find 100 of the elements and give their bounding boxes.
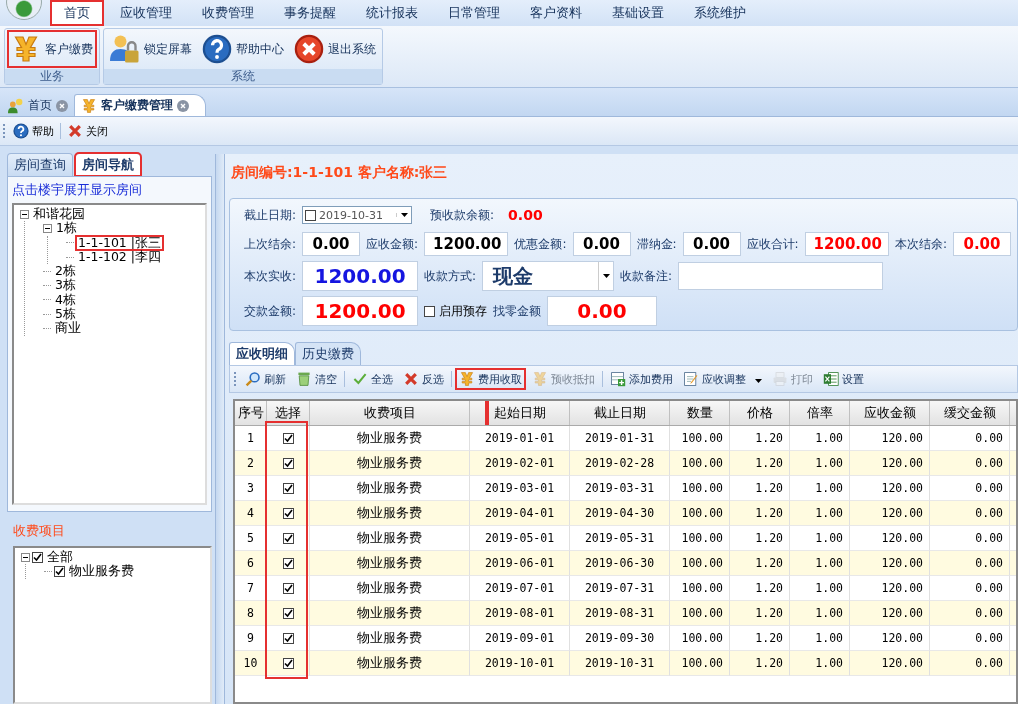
amount-field[interactable]: 0.00 — [302, 232, 361, 256]
table-cell: 100.00 — [670, 451, 730, 476]
checkbox[interactable] — [282, 557, 294, 569]
toolbar-button[interactable]: 关闭 — [65, 122, 110, 140]
table-cell: 2019-06-30 — [570, 551, 670, 576]
panel-tab[interactable]: 房间查询 — [7, 153, 73, 176]
amount-field[interactable]: 0.00 — [547, 296, 658, 326]
date-picker[interactable]: 2019-10-31 — [302, 206, 413, 224]
checkbox[interactable] — [282, 632, 294, 644]
toolbar-button[interactable]: 添加费用 — [607, 369, 676, 389]
ribbon-button[interactable]: 锁定屏幕 — [107, 31, 195, 67]
table-cell: 1.00 — [790, 451, 850, 476]
close-icon — [403, 371, 419, 387]
panel-tab[interactable]: 房间导航 — [75, 153, 141, 176]
menu-item[interactable]: 系统维护 — [680, 0, 760, 26]
prepaid-checkbox[interactable]: 启用预存 — [424, 302, 488, 320]
column-header[interactable]: 选择 — [267, 401, 310, 425]
checkbox[interactable] — [282, 457, 294, 469]
document-tab[interactable]: 首页 — [2, 95, 74, 116]
field-label: 本次实收: — [244, 267, 297, 285]
collapse-icon[interactable] — [21, 552, 30, 562]
checkbox[interactable] — [32, 551, 43, 563]
menu-item[interactable]: 日常管理 — [434, 0, 514, 26]
tree-item[interactable]: 全部 — [45, 550, 75, 565]
tree-item[interactable]: 物业服务费 — [67, 564, 136, 579]
amount-field[interactable]: 1200.00 — [424, 232, 509, 256]
checkbox[interactable] — [282, 582, 294, 594]
collapse-icon[interactable] — [43, 223, 52, 233]
amount-field[interactable]: 1200.00 — [302, 296, 419, 326]
document-tab[interactable]: 客户缴费管理 — [74, 94, 206, 116]
toolbar-button[interactable]: 反选 — [400, 369, 447, 389]
tree-item[interactable]: 1-1-101 |张三 — [76, 235, 163, 250]
tree-item[interactable]: 2栋 — [53, 264, 78, 279]
group-label: 系统 — [104, 69, 382, 84]
tree-item[interactable]: 3栋 — [53, 278, 78, 293]
ribbon-button[interactable]: 客户缴费 — [8, 31, 96, 67]
caret-icon[interactable] — [755, 378, 762, 383]
tree-item[interactable]: 1-1-102 |李四 — [76, 249, 163, 265]
table-cell: 2019-10-31 — [570, 651, 670, 676]
menu-item[interactable]: 客户资料 — [516, 0, 596, 26]
menu-item[interactable]: 基础设置 — [598, 0, 678, 26]
amount-field[interactable]: 0.00 — [572, 232, 631, 256]
toolbar-button[interactable]: 费用收取 — [456, 369, 525, 389]
amount-field[interactable]: 0.00 — [953, 232, 1011, 256]
amount-field[interactable]: 1200.00 — [302, 261, 419, 291]
amount-field[interactable]: 0.00 — [682, 232, 741, 256]
close-icon[interactable] — [177, 99, 189, 112]
note-field[interactable] — [678, 262, 884, 290]
toolbar-button[interactable]: 应收调整 — [680, 369, 765, 389]
payment-method-dropdown[interactable]: 现金 — [482, 261, 615, 291]
toolbar-button[interactable]: 刷新 — [242, 369, 289, 389]
ribbon-button[interactable]: 退出系统 — [291, 31, 379, 67]
checkbox[interactable] — [282, 482, 294, 494]
column-header[interactable]: 收费项目 — [310, 401, 470, 425]
checkbox[interactable] — [282, 607, 294, 619]
toolbar-button[interactable]: 清空 — [293, 369, 340, 389]
checkbox[interactable] — [282, 507, 294, 519]
menu-item[interactable]: 收费管理 — [188, 0, 268, 26]
column-header[interactable]: 倍率 — [790, 401, 850, 425]
tree-item[interactable]: 4栋 — [53, 292, 78, 308]
column-header[interactable]: 应收金额 — [850, 401, 930, 425]
caret-icon[interactable] — [400, 213, 408, 217]
table-cell: 物业服务费 — [310, 601, 470, 626]
menu-item[interactable]: 统计报表 — [352, 0, 432, 26]
toolbar-button[interactable]: 帮助 — [11, 122, 56, 140]
checkbox[interactable] — [282, 432, 294, 444]
column-header[interactable]: 价格 — [730, 401, 790, 425]
checkbox[interactable] — [282, 657, 294, 669]
toolbar-button[interactable]: 设置 — [820, 369, 867, 389]
tree-item[interactable]: 1栋 — [54, 221, 79, 236]
tree-item[interactable]: 和谐花园 — [31, 207, 87, 222]
column-header[interactable]: 序号 — [235, 401, 267, 425]
checkbox[interactable] — [54, 565, 65, 577]
tree-item[interactable]: 5栋 — [53, 307, 78, 322]
menu-item[interactable]: 事务提醒 — [270, 0, 350, 26]
column-header[interactable]: 截止日期 — [570, 401, 670, 425]
toolbar-button[interactable]: 全选 — [349, 369, 396, 389]
table-cell: 1.20 — [730, 451, 790, 476]
field-label: 交款金额: — [244, 302, 297, 320]
close-icon — [294, 34, 324, 64]
field-label: 预收款余额: — [430, 206, 495, 224]
detail-tab[interactable]: 历史缴费 — [295, 342, 361, 365]
column-header[interactable]: 数量 — [670, 401, 730, 425]
ribbon-button[interactable]: 帮助中心 — [199, 31, 287, 67]
tree-item[interactable]: 商业 — [53, 321, 83, 336]
checkbox[interactable] — [282, 532, 294, 544]
menu-item[interactable]: 首页 — [50, 0, 104, 26]
table-cell: 120.00 — [850, 551, 930, 576]
field-label: 截止日期: — [244, 206, 297, 224]
close-icon[interactable] — [56, 99, 68, 112]
check-icon — [352, 371, 368, 387]
caret-icon[interactable] — [602, 274, 610, 278]
amount-field[interactable]: 1200.00 — [804, 232, 889, 256]
detail-tab[interactable]: 应收明细 — [229, 342, 295, 365]
table-cell: 2019-04-30 — [570, 501, 670, 526]
collapse-icon[interactable] — [20, 209, 29, 219]
field-label: 找零金额 — [493, 302, 542, 320]
menu-item[interactable]: 应收管理 — [106, 0, 186, 26]
column-header[interactable]: 缓交金额 — [930, 401, 1010, 425]
table-cell: 2019-02-28 — [570, 451, 670, 476]
